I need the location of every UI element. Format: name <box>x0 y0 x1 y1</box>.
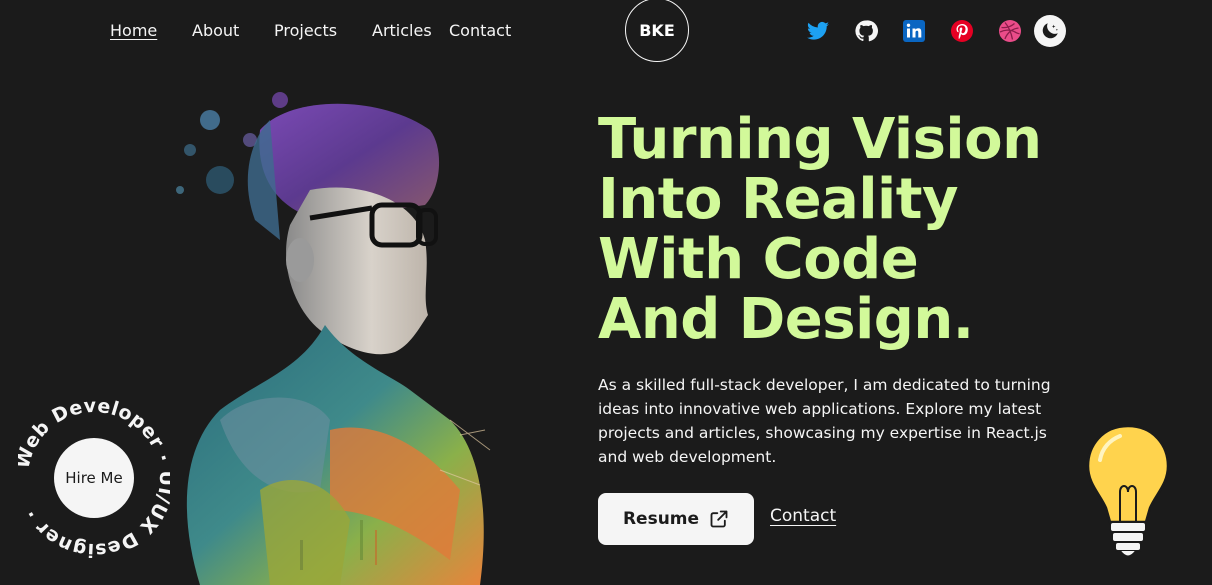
contact-link[interactable]: Contact <box>770 506 836 526</box>
nav-about[interactable]: About <box>192 19 239 43</box>
theme-toggle-button[interactable] <box>1034 15 1066 47</box>
nav-home[interactable]: Home <box>110 19 157 43</box>
twitter-icon[interactable] <box>804 17 832 45</box>
hero-description: As a skilled full-stack developer, I am … <box>598 376 1051 466</box>
hire-me-button[interactable]: Hire Me <box>54 438 134 518</box>
hero-title-line: Into Reality <box>598 167 959 232</box>
lightbulb-icon <box>1086 424 1170 558</box>
resume-button[interactable]: Resume <box>598 493 754 545</box>
hero-title-line: With Code <box>598 227 919 292</box>
github-icon[interactable] <box>852 17 880 45</box>
nav-contact[interactable]: Contact <box>449 19 511 43</box>
hero-title-line: And Design. <box>598 287 974 352</box>
pinterest-icon[interactable] <box>948 17 976 45</box>
hire-me-badge: Web Developer · UI/UX Designer · Hire Me <box>18 398 170 558</box>
external-link-icon <box>710 510 728 528</box>
dribbble-icon[interactable] <box>996 17 1024 45</box>
nav-articles[interactable]: Articles <box>372 19 432 43</box>
hero-title: Turning Vision Into Reality With Code An… <box>598 110 1118 350</box>
hero-title-line: Turning Vision <box>598 107 1042 172</box>
moon-icon <box>1042 23 1058 39</box>
linkedin-icon[interactable] <box>900 17 928 45</box>
profile-illustration <box>176 92 491 585</box>
site-logo[interactable]: BKE <box>625 0 689 62</box>
nav-projects[interactable]: Projects <box>274 19 337 43</box>
resume-label: Resume <box>622 509 700 529</box>
